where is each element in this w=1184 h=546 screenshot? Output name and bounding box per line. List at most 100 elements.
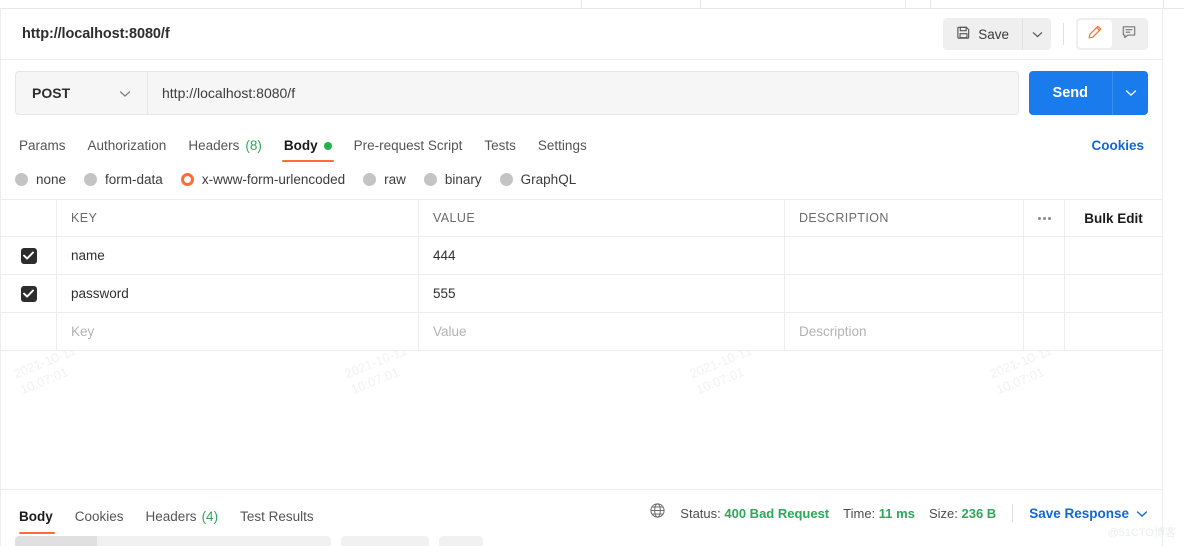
row-key[interactable]: name xyxy=(57,237,418,274)
tab-label: Test Results xyxy=(240,509,314,524)
row-value[interactable]: 555 xyxy=(419,275,784,312)
tab-count: (8) xyxy=(245,138,262,153)
status-label: Status: xyxy=(680,505,721,521)
response-action-button[interactable] xyxy=(439,536,483,546)
body-indicator-dot-icon xyxy=(323,141,332,150)
chevron-down-icon xyxy=(119,85,131,101)
size-label: Size: xyxy=(928,505,958,521)
tab-pre-request-script[interactable]: Pre-request Script xyxy=(343,138,474,162)
tab-authorization[interactable]: Authorization xyxy=(77,138,178,162)
response-wrap-toggle[interactable] xyxy=(341,536,429,546)
row-spacer xyxy=(1065,237,1162,274)
tab-label: Body xyxy=(19,509,53,524)
response-tab-test-results[interactable]: Test Results xyxy=(229,509,325,534)
row-checkbox-empty xyxy=(1,313,57,350)
row-description[interactable] xyxy=(785,237,1023,274)
save-response-label: Save Response xyxy=(1029,505,1129,521)
tab-strip xyxy=(0,0,1184,9)
response-format-toggle[interactable] xyxy=(15,536,331,546)
format-pretty-option[interactable] xyxy=(15,536,97,546)
body-type-raw[interactable]: raw xyxy=(363,172,406,187)
row-key[interactable]: password xyxy=(57,275,418,312)
tab-headers[interactable]: Headers (8) xyxy=(177,138,273,162)
tab-label: Cookies xyxy=(74,509,124,524)
postman-window: http://localhost:8080/f Save POST http:/… xyxy=(0,0,1184,546)
tab-label: Tests xyxy=(484,138,516,153)
body-type-urlencoded[interactable]: x-www-form-urlencoded xyxy=(180,172,345,187)
pencil-icon xyxy=(1087,24,1103,45)
tab-label: Headers xyxy=(145,509,197,524)
tab-tests[interactable]: Tests xyxy=(473,138,527,162)
response-tab-headers[interactable]: Headers (4) xyxy=(135,509,230,534)
tab-stub[interactable] xyxy=(930,0,1164,8)
row-value[interactable]: 444 xyxy=(419,237,784,274)
row-checkbox[interactable] xyxy=(20,247,37,264)
radio-icon xyxy=(499,173,513,186)
body-type-graphql[interactable]: GraphQL xyxy=(499,172,576,187)
new-key-input[interactable]: Key xyxy=(57,313,418,350)
body-type-options: none form-data x-www-form-urlencoded raw… xyxy=(1,162,1162,199)
body-type-label: raw xyxy=(384,172,406,187)
row-description[interactable] xyxy=(785,275,1023,312)
status-badge: Status: 400 Bad Request xyxy=(680,506,829,521)
table-row: password 555 xyxy=(1,275,1162,313)
three-dots-icon xyxy=(1037,216,1051,220)
save-button-group: Save xyxy=(943,18,1051,50)
comments-button[interactable] xyxy=(1112,20,1146,48)
chevron-down-icon xyxy=(1136,506,1148,521)
time-label: Time: xyxy=(843,505,876,521)
cookies-link[interactable]: Cookies xyxy=(1091,138,1148,162)
body-type-label: binary xyxy=(444,172,482,187)
column-header-key: KEY xyxy=(71,211,98,225)
method-select[interactable]: POST xyxy=(16,72,148,114)
response-tab-body[interactable]: Body xyxy=(15,509,64,534)
chevron-down-icon xyxy=(1125,84,1137,102)
view-mode-toggle xyxy=(1076,18,1148,50)
tab-settings[interactable]: Settings xyxy=(527,138,598,162)
save-button-label: Save xyxy=(978,26,1009,42)
watermark-text: 2021-10-11 10:07:01 xyxy=(11,351,78,398)
body-type-none[interactable]: none xyxy=(15,172,66,187)
bulk-edit-button[interactable]: Bulk Edit xyxy=(1084,211,1143,226)
response-actions[interactable] xyxy=(439,536,483,546)
response-tab-cookies[interactable]: Cookies xyxy=(64,509,135,534)
edit-button[interactable] xyxy=(1078,20,1112,48)
chevron-down-icon xyxy=(1032,25,1043,43)
row-options xyxy=(1024,237,1065,274)
save-button[interactable]: Save xyxy=(943,18,1022,50)
request-panel: http://localhost:8080/f Save POST http:/… xyxy=(0,9,1163,546)
table-header-row: KEY VALUE DESCRIPTION Bulk Edit xyxy=(1,200,1162,237)
status-divider xyxy=(1012,504,1014,522)
page-title: http://localhost:8080/f xyxy=(22,26,170,42)
tab-label: Body xyxy=(283,138,318,153)
row-checkbox[interactable] xyxy=(20,285,37,302)
row-spacer xyxy=(1065,275,1162,312)
tab-params[interactable]: Params xyxy=(15,138,77,162)
format-other-options[interactable] xyxy=(97,536,331,546)
select-all-cell xyxy=(1,200,57,236)
size-value: 236 B xyxy=(961,505,997,521)
row-options xyxy=(1024,275,1065,312)
body-type-binary[interactable]: binary xyxy=(423,172,482,187)
row-options xyxy=(1024,313,1065,350)
save-options-button[interactable] xyxy=(1022,18,1051,50)
new-description-input[interactable]: Description xyxy=(785,313,1023,350)
new-value-input[interactable]: Value xyxy=(419,313,784,350)
request-tabs: Params Authorization Headers (8) Body Pr… xyxy=(1,126,1162,162)
radio-icon xyxy=(15,173,28,186)
response-bar: Body Cookies Headers (4) Test Results St… xyxy=(1,490,1162,534)
tab-label: Authorization xyxy=(87,138,167,153)
tab-label: Settings xyxy=(537,138,587,153)
globe-icon xyxy=(649,502,666,524)
tab-stub[interactable] xyxy=(700,0,906,8)
wrap-option[interactable] xyxy=(341,536,429,546)
save-response-button[interactable]: Save Response xyxy=(1029,506,1148,521)
table-row-empty: Key Value Description xyxy=(1,313,1162,351)
tab-body[interactable]: Body xyxy=(273,138,343,162)
send-options-button[interactable] xyxy=(1112,71,1148,115)
table-options-button[interactable] xyxy=(1024,200,1065,236)
body-type-form-data[interactable]: form-data xyxy=(84,172,163,187)
tab-stub[interactable] xyxy=(0,0,582,8)
url-input[interactable]: http://localhost:8080/f xyxy=(148,72,1018,114)
send-button[interactable]: Send xyxy=(1029,71,1112,115)
